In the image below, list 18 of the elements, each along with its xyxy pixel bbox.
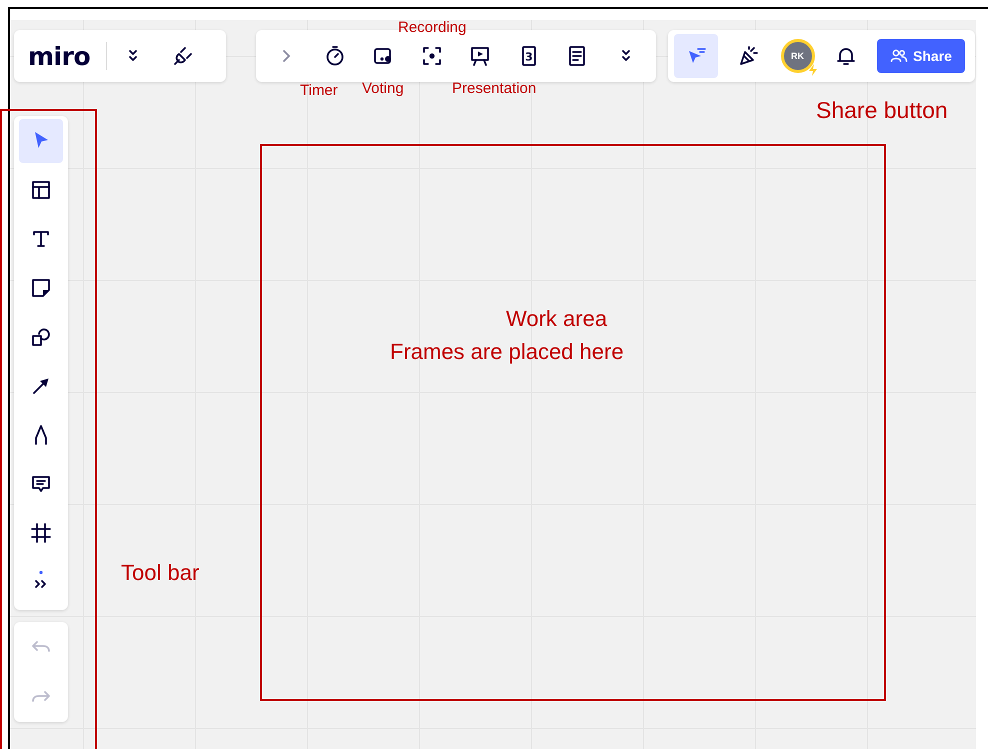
annotation-label: Presentation bbox=[452, 80, 536, 97]
sticky-note-icon bbox=[29, 276, 53, 300]
annotation-label: Voting bbox=[362, 80, 404, 97]
annotation-label: Tool bar bbox=[121, 560, 200, 586]
people-icon bbox=[890, 47, 908, 65]
share-button[interactable]: Share bbox=[877, 39, 965, 73]
logo: miro bbox=[28, 42, 90, 70]
annotation-label: Frames are placed here bbox=[390, 339, 624, 365]
frame-icon bbox=[29, 521, 53, 545]
layout-icon bbox=[29, 178, 53, 202]
lightning-icon bbox=[808, 64, 818, 76]
avatar[interactable]: RK bbox=[780, 39, 814, 73]
select-tool-button[interactable] bbox=[674, 34, 718, 78]
annotation-label: Timer bbox=[300, 82, 338, 99]
annotation-label: Share button bbox=[816, 97, 948, 124]
avatar-initials: RK bbox=[791, 51, 804, 61]
annotation-label: Recording bbox=[398, 19, 466, 36]
annotation-label: Work area bbox=[506, 306, 608, 332]
